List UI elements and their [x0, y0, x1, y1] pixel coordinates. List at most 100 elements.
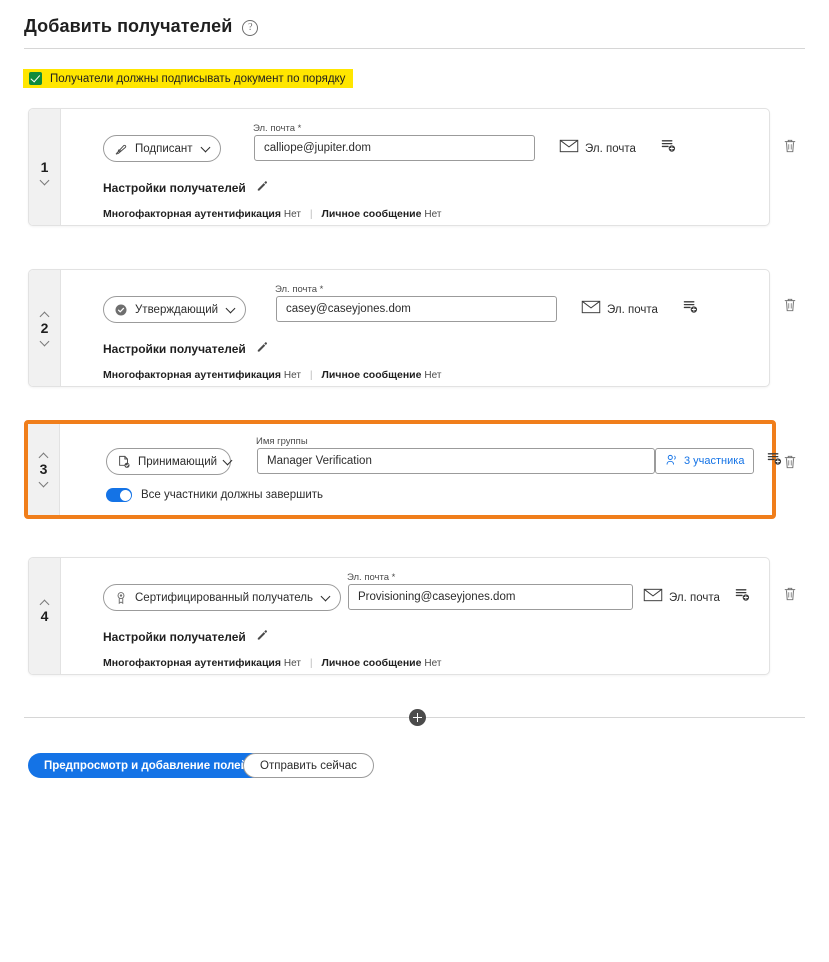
- certificate-ribbon-icon: [114, 591, 128, 605]
- recipient-card-4[interactable]: 4 Сертифицированный получатель Эл. почта…: [28, 557, 770, 675]
- all-participants-toggle-row-3[interactable]: Все участники должны завершить: [106, 488, 323, 502]
- add-form-field-icon-4[interactable]: [735, 587, 750, 607]
- move-down-icon-4: [39, 626, 51, 635]
- header-divider: [24, 48, 805, 49]
- recipient-order-rail-2: 2: [29, 270, 61, 386]
- meta-value-message-4: Нет: [424, 658, 442, 669]
- meta-divider-1: |: [309, 208, 313, 220]
- move-down-icon-1[interactable]: [39, 177, 51, 186]
- role-select-4[interactable]: Сертифицированный получатель: [103, 584, 342, 611]
- meta-key-message-2: Личное сообщение: [321, 369, 422, 381]
- page-title: Добавить получателей: [24, 16, 233, 36]
- recipient-settings-1[interactable]: Настройки получателей: [103, 179, 268, 197]
- signing-order-row[interactable]: Получатели должны подписывать документ п…: [23, 69, 354, 88]
- document-accept-icon: [117, 455, 131, 469]
- move-up-icon-1: [39, 149, 51, 158]
- recipient-body-3: Принимающий Имя группы Manager Verificat…: [60, 424, 782, 515]
- recipient-meta-2: Многофакторная аутентификация Нет | Личн…: [103, 369, 441, 381]
- envelope-icon-2: [581, 300, 601, 319]
- delete-recipient-button-4[interactable]: [783, 586, 797, 607]
- delete-recipient-button-2[interactable]: [783, 297, 797, 318]
- all-participants-toggle-3[interactable]: [106, 488, 132, 502]
- recipient-settings-label-1: Настройки получателей: [103, 181, 246, 195]
- group-name-input-3[interactable]: Manager Verification: [257, 448, 655, 474]
- add-form-field-icon-3[interactable]: [767, 451, 782, 471]
- delete-recipient-button-1[interactable]: [783, 138, 797, 159]
- check-circle-icon: [114, 303, 128, 317]
- meta-key-message-4: Личное сообщение: [321, 657, 422, 669]
- field-label-3: Имя группы: [256, 436, 308, 447]
- email-input-value-4: Provisioning@caseyjones.dom: [358, 591, 516, 603]
- delivery-method-4[interactable]: Эл. почта: [643, 588, 720, 607]
- delivery-label-2: Эл. почта: [607, 303, 658, 316]
- recipient-card-3[interactable]: 3 Принимающий Имя группы Manager Verific…: [24, 420, 782, 519]
- email-input-1[interactable]: calliope@jupiter.dom: [254, 135, 535, 161]
- recipient-card-1[interactable]: 1 Подписант Эл. почта * calliope@jupiter…: [28, 108, 770, 226]
- recipient-settings-2[interactable]: Настройки получателей: [103, 340, 268, 358]
- move-up-icon-2[interactable]: [39, 310, 51, 319]
- signing-order-checkbox[interactable]: [29, 72, 42, 85]
- recipient-meta-4: Многофакторная аутентификация Нет | Личн…: [103, 657, 441, 669]
- email-input-4[interactable]: Provisioning@caseyjones.dom: [348, 584, 633, 610]
- delete-recipient-button-3[interactable]: [783, 454, 797, 475]
- field-label-4: Эл. почта *: [347, 572, 396, 583]
- delivery-label-1: Эл. почта: [585, 142, 636, 155]
- all-participants-toggle-label-3: Все участники должны завершить: [141, 489, 324, 501]
- chevron-down-icon-3: [224, 457, 233, 466]
- recipient-number-3: 3: [39, 461, 48, 477]
- recipient-number-4: 4: [40, 607, 49, 624]
- meta-value-mfa-4: Нет: [283, 658, 301, 669]
- move-up-icon-4[interactable]: [39, 598, 51, 607]
- add-form-field-icon-1[interactable]: [661, 138, 676, 158]
- email-input-value-1: calliope@jupiter.dom: [264, 142, 371, 154]
- recipient-body-1: Подписант Эл. почта * calliope@jupiter.d…: [61, 109, 769, 225]
- meta-key-mfa-4: Многофакторная аутентификация: [103, 657, 281, 669]
- preview-and-add-fields-button[interactable]: Предпросмотр и добавление полей: [28, 753, 264, 778]
- recipient-card-2[interactable]: 2 Утверждающий Эл. почта * casey@caseyjo…: [28, 269, 770, 387]
- move-down-icon-3[interactable]: [38, 479, 50, 488]
- help-circle-icon[interactable]: ?: [242, 19, 259, 36]
- pencil-icon-2[interactable]: [255, 340, 268, 358]
- field-label-2: Эл. почта *: [275, 284, 324, 295]
- move-up-icon-3[interactable]: [38, 451, 50, 460]
- add-form-field-icon-2[interactable]: [683, 299, 698, 319]
- role-select-2[interactable]: Утверждающий: [103, 296, 247, 323]
- delivery-label-4: Эл. почта: [669, 591, 720, 604]
- recipient-settings-label-4: Настройки получателей: [103, 630, 246, 644]
- email-input-value-2: casey@caseyjones.dom: [286, 303, 411, 315]
- people-icon-3: [665, 454, 679, 469]
- move-down-icon-2[interactable]: [39, 338, 51, 347]
- role-label-1: Подписант: [135, 142, 193, 155]
- recipient-number-1: 1: [40, 158, 49, 175]
- chevron-down-icon-1: [202, 144, 211, 153]
- recipient-body-2: Утверждающий Эл. почта * casey@caseyjone…: [61, 270, 769, 386]
- role-select-3[interactable]: Принимающий: [106, 448, 231, 475]
- recipient-settings-4[interactable]: Настройки получателей: [103, 628, 268, 646]
- meta-value-message-1: Нет: [424, 209, 442, 220]
- role-label-2: Утверждающий: [135, 303, 219, 316]
- pencil-icon-1[interactable]: [255, 179, 268, 197]
- field-label-1: Эл. почта *: [253, 123, 302, 134]
- recipient-number-2: 2: [40, 319, 49, 336]
- role-select-1[interactable]: Подписант: [103, 135, 221, 162]
- delivery-method-2[interactable]: Эл. почта: [581, 300, 658, 319]
- group-members-button-3[interactable]: 3 участника: [655, 448, 755, 474]
- email-input-2[interactable]: casey@caseyjones.dom: [276, 296, 557, 322]
- recipient-order-rail-1: 1: [29, 109, 61, 225]
- pencil-icon-4[interactable]: [255, 628, 268, 646]
- chevron-down-icon-2: [227, 305, 236, 314]
- signature-pen-icon: [114, 142, 128, 156]
- meta-value-mfa-1: Нет: [283, 209, 301, 220]
- delivery-method-1[interactable]: Эл. почта: [559, 139, 636, 158]
- plus-circle-icon[interactable]: [409, 709, 426, 726]
- role-label-4: Сертифицированный получатель: [135, 591, 314, 604]
- meta-key-mfa-2: Многофакторная аутентификация: [103, 369, 281, 381]
- role-label-3: Принимающий: [138, 455, 218, 468]
- send-now-button[interactable]: Отправить сейчас: [243, 753, 374, 778]
- signing-order-label: Получатели должны подписывать документ п…: [50, 72, 346, 85]
- meta-key-mfa-1: Многофакторная аутентификация: [103, 208, 281, 220]
- meta-divider-2: |: [309, 369, 313, 381]
- group-name-value-3: Manager Verification: [267, 455, 372, 467]
- meta-value-message-2: Нет: [424, 370, 442, 381]
- group-members-label-3: 3 участника: [684, 455, 745, 467]
